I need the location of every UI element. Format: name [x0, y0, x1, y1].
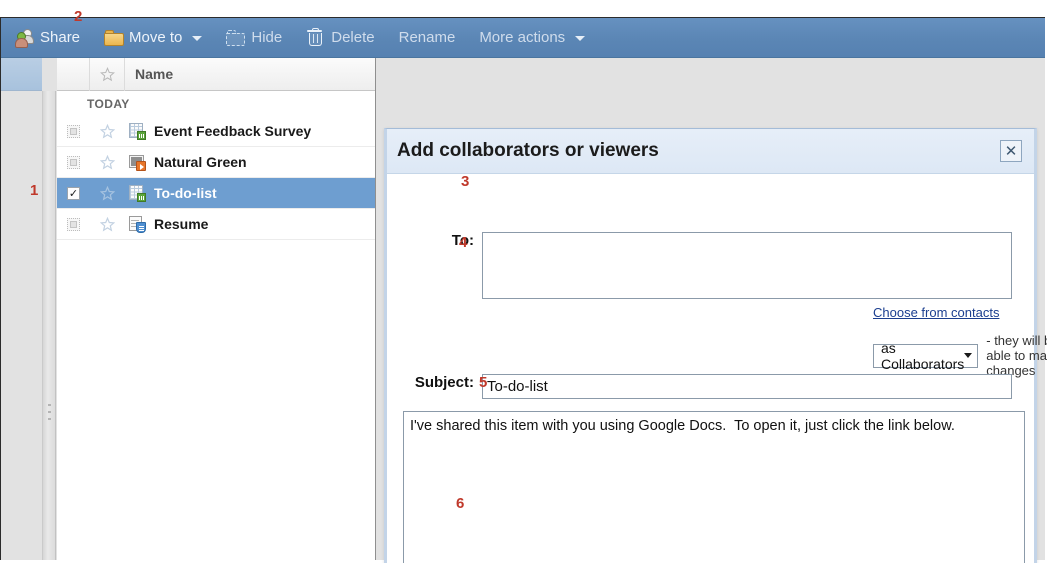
table-row[interactable]: Resume: [57, 209, 375, 240]
row-checkbox[interactable]: ✓: [67, 186, 80, 200]
row-name-cell[interactable]: Natural Green: [125, 154, 375, 171]
role-select-value: as Collaborators: [881, 339, 965, 372]
annotation-4: 4: [459, 234, 468, 251]
row-name-cell[interactable]: Event Feedback Survey: [125, 122, 375, 140]
annotation-3: 3: [461, 173, 470, 190]
move-to-button-label: Move to: [129, 29, 183, 46]
delete-button-label: Delete: [331, 29, 375, 46]
file-list-panel: Name TODAY Event Feedback Survey Natural…: [57, 57, 376, 560]
star-icon[interactable]: [100, 216, 115, 232]
header-checkbox-column[interactable]: [57, 57, 90, 91]
table-row[interactable]: ✓ To-do-list: [57, 178, 375, 209]
row-star-cell[interactable]: [90, 123, 125, 139]
row-checkbox-cell[interactable]: [57, 155, 90, 169]
dialog-titlebar: Add collaborators or viewers ✕: [387, 129, 1034, 174]
row-star-cell[interactable]: [90, 216, 125, 232]
header-star-column[interactable]: [90, 57, 125, 91]
file-name: Resume: [154, 216, 209, 232]
move-to-button[interactable]: Move to: [104, 29, 203, 46]
row-star-cell[interactable]: [90, 154, 125, 170]
share-button-label: Share: [40, 29, 81, 46]
document-icon: [129, 215, 146, 233]
row-checkbox[interactable]: [67, 124, 80, 138]
star-icon[interactable]: [100, 154, 115, 170]
file-name: To-do-list: [154, 185, 217, 201]
splitter-grip-icon: [48, 404, 51, 432]
spreadsheet-icon: [129, 184, 146, 202]
to-field-row: To:: [387, 232, 1012, 299]
share-dialog: Add collaborators or viewers ✕ To: Choos…: [384, 128, 1047, 563]
hide-folder-icon: [226, 29, 246, 46]
file-group-label: TODAY: [57, 91, 375, 116]
panel-splitter[interactable]: [42, 91, 56, 560]
table-row[interactable]: Natural Green: [57, 147, 375, 178]
presentation-icon: [129, 154, 146, 171]
chevron-down-icon: [575, 36, 586, 41]
app-root: Share Move to Hide Delete Rename More ac…: [0, 0, 1047, 563]
share-button[interactable]: Share: [15, 29, 81, 48]
close-icon[interactable]: ✕: [1000, 140, 1022, 162]
hide-button-label: Hide: [251, 29, 283, 46]
rename-button[interactable]: Rename: [399, 30, 456, 45]
hide-button[interactable]: Hide: [226, 29, 282, 46]
message-input[interactable]: [403, 411, 1025, 563]
star-icon: [99, 66, 115, 81]
table-row[interactable]: Event Feedback Survey: [57, 116, 375, 147]
subject-label: Subject:: [414, 374, 474, 391]
row-name-cell[interactable]: Resume: [125, 215, 375, 233]
file-name: Natural Green: [154, 154, 247, 170]
row-name-cell[interactable]: To-do-list: [125, 184, 375, 202]
row-star-cell[interactable]: [90, 185, 125, 201]
role-select-row: as Collaborators - they will be able to …: [873, 333, 1047, 378]
dialog-title: Add collaborators or viewers: [397, 140, 659, 161]
choose-from-contacts-link[interactable]: Choose from contacts: [873, 305, 999, 320]
content-area: Name TODAY Event Feedback Survey Natural…: [1, 57, 1047, 563]
row-checkbox-cell[interactable]: ✓: [57, 186, 90, 200]
folder-icon: [104, 29, 125, 46]
dialog-body: To: Choose from contacts as Collaborator…: [387, 174, 1047, 563]
to-label: To:: [451, 232, 474, 249]
rename-button-label: Rename: [398, 29, 456, 46]
row-checkbox[interactable]: [67, 155, 80, 169]
more-actions-button[interactable]: More actions: [479, 29, 586, 46]
left-gutter-header: [1, 58, 42, 91]
star-icon[interactable]: [100, 185, 115, 201]
annotation-6: 6: [456, 495, 465, 512]
star-icon[interactable]: [100, 123, 115, 139]
header-name-column[interactable]: Name: [125, 66, 375, 82]
role-select[interactable]: as Collaborators: [873, 340, 979, 372]
action-toolbar: Share Move to Hide Delete Rename More ac…: [1, 18, 1045, 58]
to-input[interactable]: [482, 232, 1012, 299]
share-people-icon: [15, 29, 34, 48]
chevron-down-icon: [964, 353, 973, 358]
row-checkbox-cell[interactable]: [57, 124, 90, 138]
row-checkbox-cell[interactable]: [57, 217, 90, 231]
annotation-5: 5: [479, 374, 488, 391]
file-name: Event Feedback Survey: [154, 123, 312, 139]
trash-icon: [306, 28, 324, 46]
subject-input[interactable]: [482, 374, 1012, 399]
more-actions-button-label: More actions: [479, 29, 566, 46]
annotation-2: 2: [74, 8, 83, 25]
spreadsheet-icon: [129, 122, 146, 140]
role-hint: - they will be able to make changes: [986, 333, 1047, 378]
left-gutter: [1, 58, 42, 560]
row-checkbox[interactable]: [67, 217, 80, 231]
annotation-1: 1: [30, 182, 39, 199]
chevron-down-icon: [192, 36, 203, 41]
delete-button[interactable]: Delete: [306, 28, 375, 46]
file-list-header: Name: [57, 57, 375, 91]
